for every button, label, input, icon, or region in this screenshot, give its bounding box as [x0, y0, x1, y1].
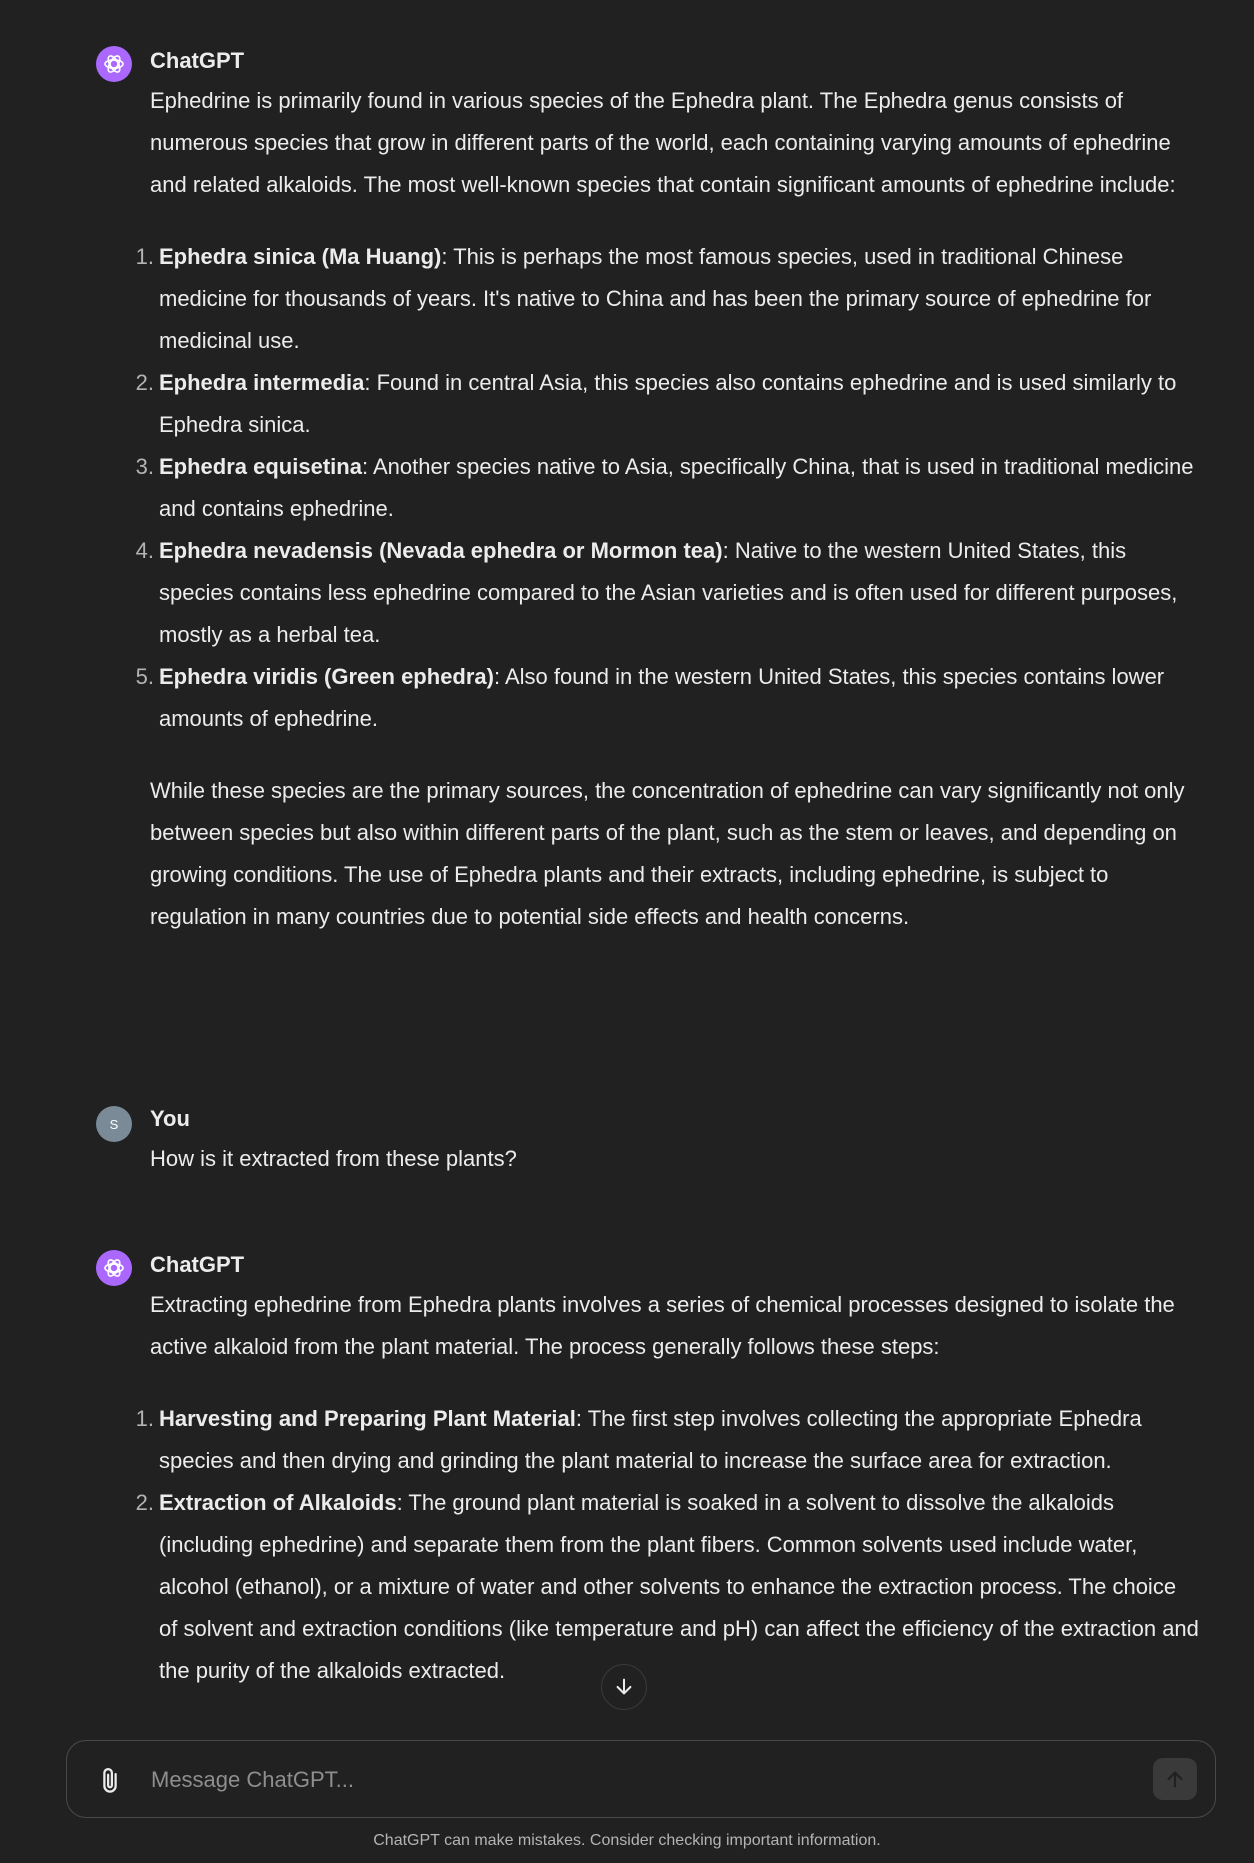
- arrow-down-icon: [616, 1678, 632, 1695]
- chatgpt-avatar-icon: [96, 46, 132, 82]
- author-name: ChatGPT: [150, 48, 245, 73]
- list-item-title: Harvesting and Preparing Plant Material: [159, 1406, 576, 1431]
- message-header: ChatGPT: [96, 1250, 1196, 1286]
- message-composer: [66, 1740, 1216, 1818]
- list-item: 1. Ephedra sinica (Ma Huang): This is per…: [136, 236, 1200, 362]
- arrow-up-icon: [1167, 1771, 1183, 1788]
- list-item: 4. Ephedra nevadensis (Nevada ephedra or …: [136, 530, 1200, 656]
- message-header: ChatGPT: [96, 46, 1196, 82]
- list-item-title: Ephedra equisetina: [159, 454, 362, 479]
- list-item: 2. Extraction of Alkaloids: The ground pl…: [136, 1482, 1200, 1692]
- numbered-list: 1. Harvesting and Preparing Plant Materia…: [136, 1398, 1200, 1692]
- message-paragraph: How is it extracted from these plants?: [150, 1146, 517, 1171]
- chatgpt-avatar-icon: [96, 1250, 132, 1286]
- scroll-to-bottom-button[interactable]: [601, 1664, 647, 1710]
- list-item-title: Extraction of Alkaloids: [159, 1490, 397, 1515]
- list-item-title: Ephedra nevadensis (Nevada ephedra or Mo…: [159, 538, 723, 563]
- message-input[interactable]: [149, 1759, 1053, 1801]
- list-item: 5. Ephedra viridis (Green ephedra): Also …: [136, 656, 1200, 740]
- list-number: 1.: [135, 1406, 154, 1431]
- list-number: 4.: [135, 538, 154, 563]
- message-paragraph: Extracting ephedrine from Ephedra plants…: [150, 1292, 1175, 1359]
- numbered-list: 1. Ephedra sinica (Ma Huang): This is per…: [136, 236, 1200, 740]
- author-name: ChatGPT: [150, 1252, 245, 1277]
- message-paragraph: While these species are the primary sour…: [150, 778, 1185, 929]
- message-paragraph: Ephedrine is primarily found in various …: [150, 88, 1176, 197]
- list-number: 2.: [135, 1490, 154, 1515]
- message-body: Extracting ephedrine from Ephedra plants…: [136, 1284, 1200, 1692]
- list-number: 1.: [135, 244, 154, 269]
- message-header: S You: [96, 1104, 1196, 1142]
- user-avatar: S: [96, 1106, 132, 1142]
- list-item: 1. Harvesting and Preparing Plant Materia…: [136, 1398, 1200, 1482]
- author-name: You: [150, 1106, 190, 1131]
- send-button[interactable]: [1153, 1758, 1197, 1800]
- disclaimer-text: ChatGPT can make mistakes. Consider chec…: [373, 1832, 881, 1849]
- list-item-title: Ephedra viridis (Green ephedra): [159, 664, 494, 689]
- message-body: How is it extracted from these plants?: [150, 1138, 1200, 1180]
- user-message: S You How is it extracted from these pla…: [96, 1104, 1196, 1180]
- paperclip-icon: [103, 1768, 117, 1793]
- list-number: 2.: [135, 370, 154, 395]
- list-item: 2. Ephedra intermedia: Found in central A…: [136, 362, 1200, 446]
- attach-button[interactable]: [95, 1766, 125, 1796]
- list-item-title: Ephedra sinica (Ma Huang): [159, 244, 442, 269]
- list-item-text: : The ground plant material is soaked in…: [159, 1490, 1199, 1683]
- list-number: 3.: [135, 454, 154, 479]
- assistant-message: ChatGPT Extracting ephedrine from Ephedr…: [96, 1250, 1199, 1722]
- list-item-title: Ephedra intermedia: [159, 370, 365, 395]
- message-body: Ephedrine is primarily found in various …: [136, 80, 1200, 938]
- assistant-message: ChatGPT Ephedrine is primarily found in …: [96, 46, 1196, 938]
- list-number: 5.: [135, 664, 154, 689]
- list-item: 3. Ephedra equisetina: Another species na…: [136, 446, 1200, 530]
